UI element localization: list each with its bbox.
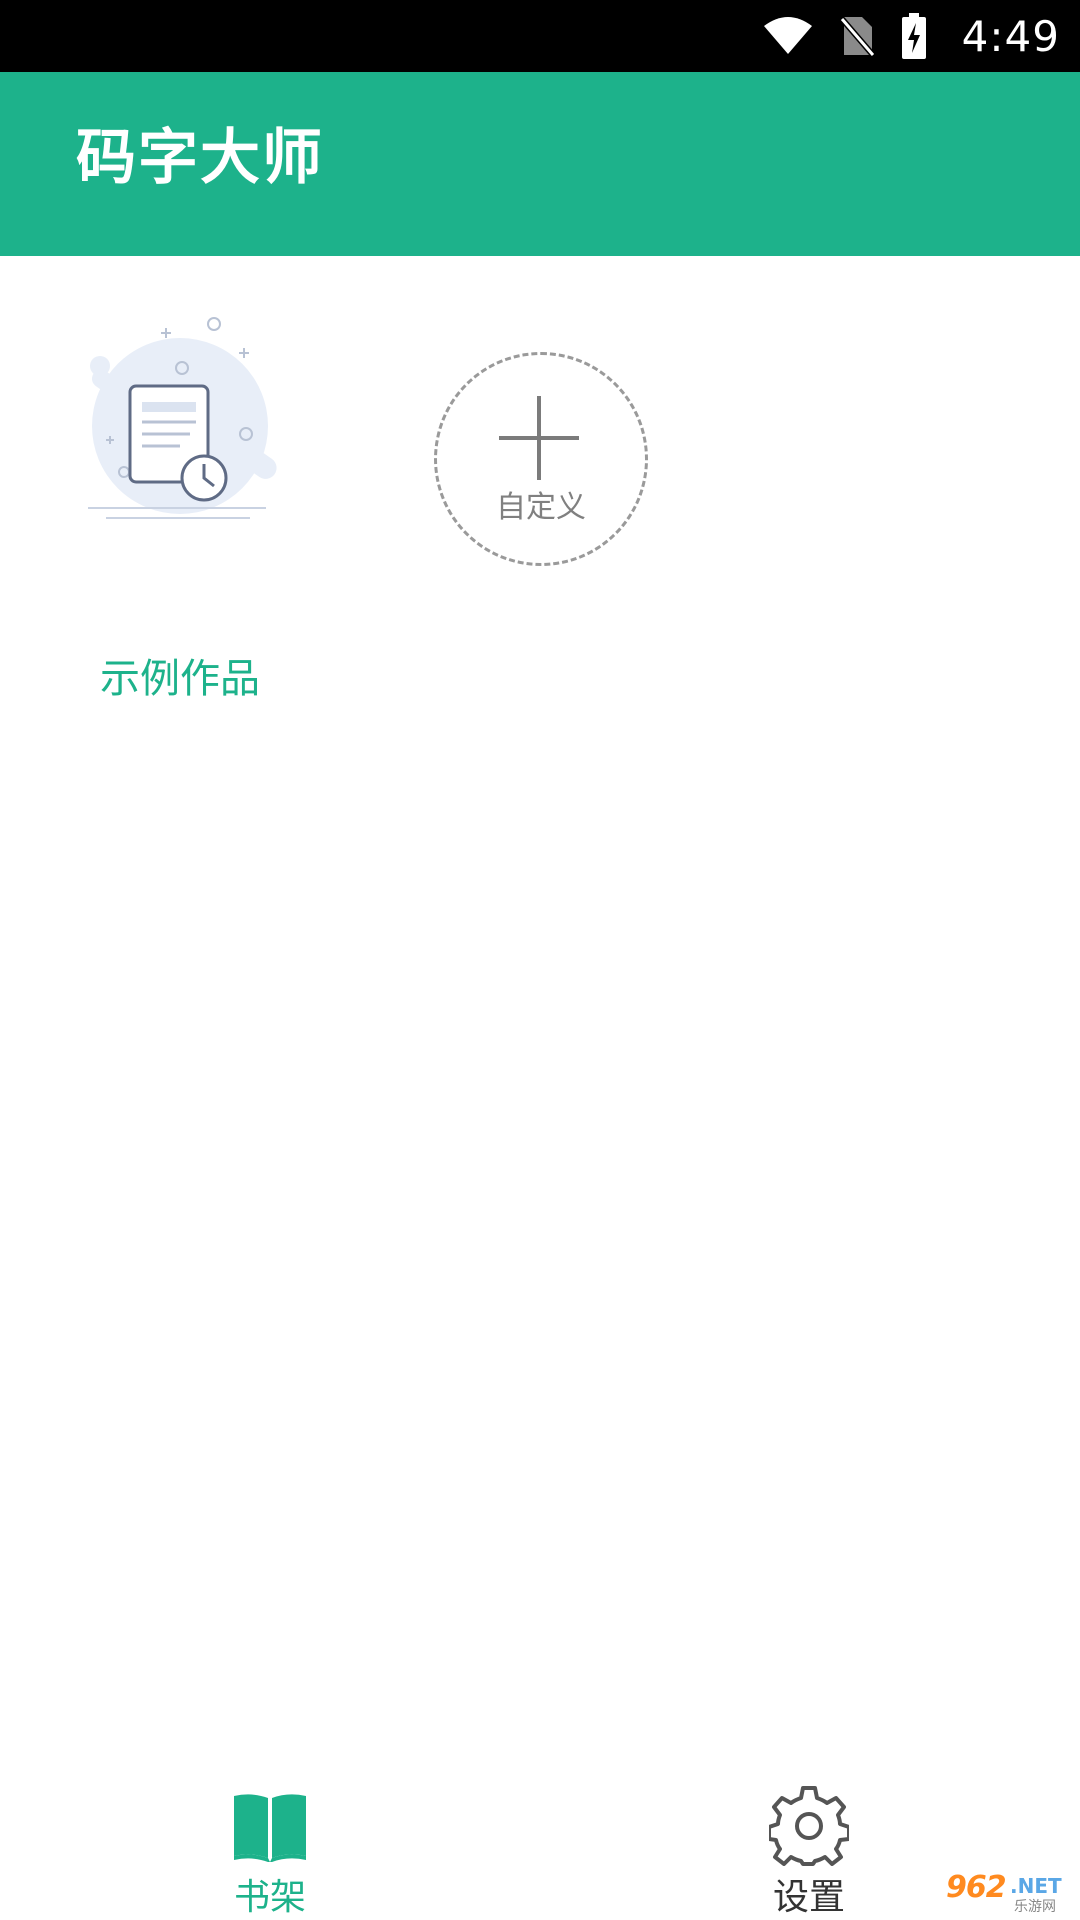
screen: 4:49 码字大师 示例作品 自定义 书架 设置 962 .NET 乐游网 — [0, 0, 1080, 1920]
watermark-sub: 乐游网 — [1014, 1899, 1056, 1915]
wifi-icon — [762, 16, 814, 56]
status-bar: 4:49 — [0, 0, 1080, 72]
bottom-nav: 书架 设置 — [0, 1760, 1080, 1920]
battery-charging-icon — [900, 13, 928, 59]
watermark-main: 962 — [946, 1870, 1007, 1905]
app-title: 码字大师 — [76, 123, 324, 193]
nav-label-settings: 设置 — [772, 1877, 845, 1918]
no-sim-icon — [839, 15, 874, 57]
open-book-icon — [230, 1786, 310, 1866]
book-title: 示例作品 — [100, 656, 260, 702]
watermark-suffix: .NET — [1010, 1874, 1062, 1898]
nav-item-bookshelf[interactable]: 书架 — [170, 1760, 370, 1920]
status-icons: 4:49 — [736, 0, 1060, 72]
book-item[interactable]: 示例作品 — [60, 316, 300, 702]
gear-icon — [767, 1786, 851, 1866]
nav-label-bookshelf: 书架 — [233, 1877, 306, 1918]
custom-label: 自定义 — [496, 490, 586, 525]
bookshelf: 示例作品 自定义 — [0, 256, 1080, 1756]
dashed-circle — [434, 352, 648, 566]
watermark-logo: 962 .NET 乐游网 — [940, 1870, 1076, 1916]
status-time: 4:49 — [961, 11, 1060, 61]
document-clock-illustration-icon — [70, 316, 290, 536]
nav-item-settings[interactable]: 设置 — [709, 1760, 909, 1920]
add-custom-button[interactable]: 自定义 — [434, 352, 648, 566]
app-bar: 码字大师 — [0, 72, 1080, 256]
